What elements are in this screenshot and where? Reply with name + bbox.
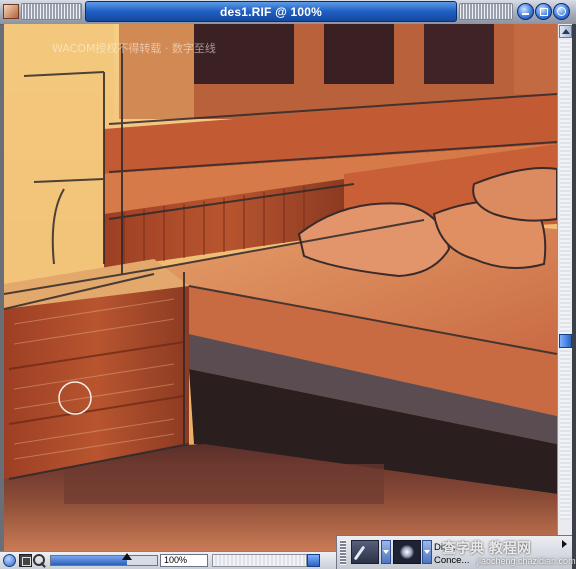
painting [4,24,557,551]
dab-preview-icon[interactable] [393,540,421,564]
brush-icon[interactable] [351,540,379,564]
brush-dropdown-button[interactable] [381,540,391,564]
property-bar: Dist... Conce... 查字典 教程网 jiaocheng.chazi… [336,535,576,569]
scroll-up-arrow-icon[interactable] [559,25,572,38]
tracing-paper-icon[interactable] [3,554,16,567]
window-title-bar[interactable]: des1.RIF @ 100% [0,0,576,25]
zoom-field[interactable]: 100% [160,554,208,567]
horizontal-scrollbar[interactable] [212,554,307,567]
title-grip-left [21,3,82,20]
collapse-button[interactable] [517,3,534,20]
window-edge [572,24,576,569]
document-icon [3,4,19,19]
zoom-slider-fill [51,556,128,565]
title-box[interactable]: des1.RIF @ 100% [85,1,457,22]
minimize-icon [522,12,529,15]
close-button[interactable] [553,3,570,20]
site-watermark: 查字典 教程网 [442,541,531,557]
more-arrow-icon[interactable] [562,540,567,548]
status-bar: 100% [0,551,336,569]
canvas-watermark: WACOM授权不得转载 · 数字至线 [52,42,216,55]
close-icon [557,7,566,16]
scroll-thumb[interactable] [559,334,572,348]
site-watermark-url: jiaocheng.chazidian.com [477,556,576,566]
zoom-slider[interactable] [50,553,158,566]
zoom-slider-knob[interactable] [122,553,133,560]
dab-dropdown-button[interactable] [422,540,432,564]
zoom-button[interactable] [535,3,552,20]
title-grip-right [459,3,513,20]
magnifier-icon[interactable] [33,554,47,567]
scroll-track[interactable] [560,40,570,520]
property-bar-grip[interactable] [340,540,346,565]
document-canvas[interactable]: WACOM授权不得转载 · 数字至线 [4,24,557,551]
grabber-icon[interactable] [19,554,32,567]
window-title: des1.RIF @ 100% [219,4,323,19]
maximize-icon [539,7,548,16]
horizontal-scroll-thumb[interactable] [307,554,320,567]
vertical-scrollbar[interactable] [557,24,572,551]
